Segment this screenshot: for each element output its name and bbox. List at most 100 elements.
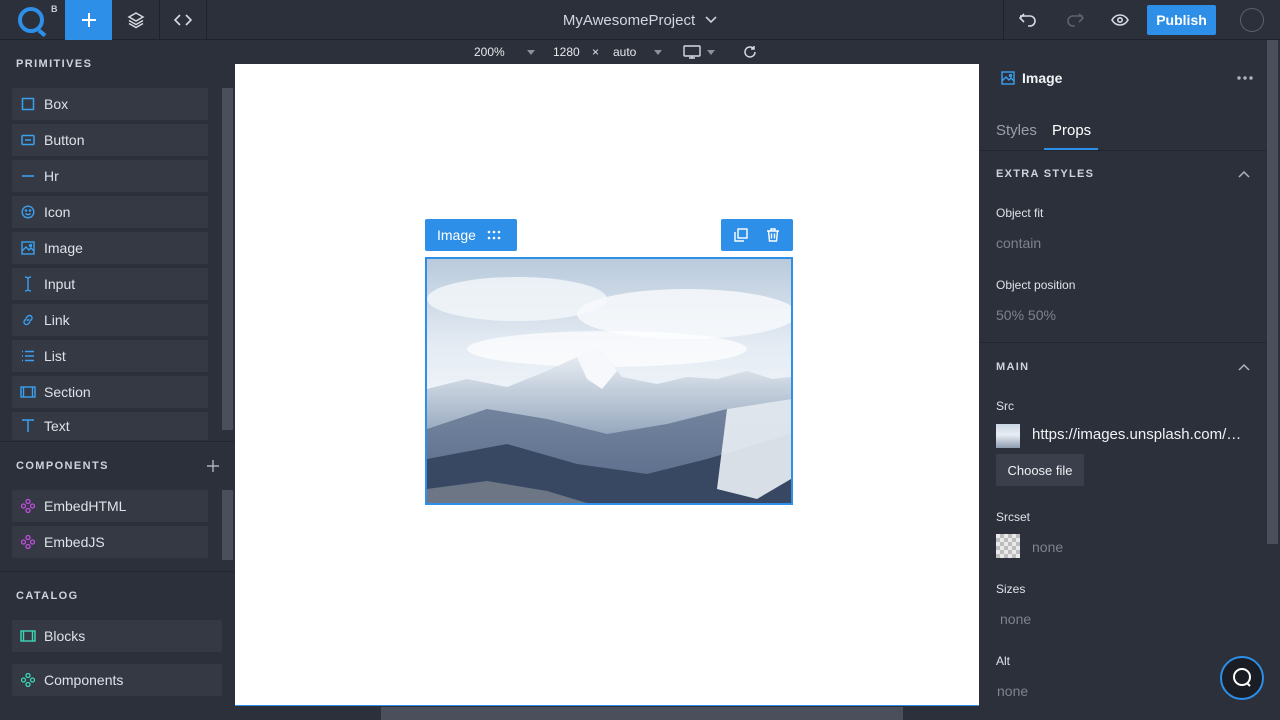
alt-field[interactable]: none xyxy=(997,683,1028,699)
divider xyxy=(980,150,1266,151)
refresh-button[interactable] xyxy=(743,40,757,64)
primitive-list[interactable]: List xyxy=(12,340,208,372)
primitive-section[interactable]: Section xyxy=(12,376,208,408)
object-position-field[interactable]: 50% 50% xyxy=(996,307,1056,323)
primitive-label: Button xyxy=(44,132,85,148)
text-icon xyxy=(22,419,34,432)
width-input[interactable]: 1280 xyxy=(553,40,580,64)
avatar[interactable] xyxy=(1240,8,1264,32)
smiley-icon xyxy=(21,205,35,219)
blocks-icon xyxy=(20,630,36,642)
primitive-image[interactable]: Image xyxy=(12,232,208,264)
width-value: 1280 xyxy=(553,45,580,59)
selection-actions xyxy=(721,219,793,251)
tab-props[interactable]: Props xyxy=(1052,122,1091,139)
selected-image[interactable] xyxy=(425,257,793,505)
chevron-down-icon xyxy=(526,49,535,55)
component-icon xyxy=(21,499,35,513)
primitives-heading: PRIMITIVES xyxy=(16,58,93,70)
zoom-select[interactable]: 200% xyxy=(474,40,535,64)
primitive-input[interactable]: Input xyxy=(12,268,208,300)
srcset-label: Srcset xyxy=(996,510,1031,524)
sizes-field[interactable]: none xyxy=(1000,611,1031,627)
primitive-box[interactable]: Box xyxy=(12,88,208,120)
device-select[interactable] xyxy=(683,40,715,64)
object-fit-label: Object fit xyxy=(996,206,1044,220)
app-logo[interactable]: B xyxy=(0,0,65,40)
undo-button[interactable] xyxy=(1004,0,1051,40)
tab-styles[interactable]: Styles xyxy=(996,122,1037,139)
image-icon xyxy=(1001,71,1015,85)
monitor-icon xyxy=(683,45,701,59)
drag-handle-icon[interactable] xyxy=(487,230,501,240)
primitive-label: Link xyxy=(44,312,70,328)
component-label: EmbedHTML xyxy=(44,498,127,514)
src-field[interactable]: https://images.unsplash.com/… xyxy=(1032,426,1250,443)
choose-file-button[interactable]: Choose file xyxy=(996,454,1084,486)
trash-icon xyxy=(767,228,779,242)
code-button[interactable] xyxy=(160,0,207,40)
primitive-text[interactable]: Text xyxy=(12,412,208,440)
redo-icon xyxy=(1066,13,1084,27)
divider xyxy=(0,441,235,442)
chevron-up-icon[interactable] xyxy=(1238,363,1250,371)
primitive-label: Hr xyxy=(44,168,59,184)
object-fit-field[interactable]: contain xyxy=(996,235,1041,251)
more-icon[interactable] xyxy=(1237,76,1253,80)
primitive-label: Icon xyxy=(44,204,71,220)
refresh-icon xyxy=(744,46,756,58)
publish-button[interactable]: Publish xyxy=(1147,5,1216,35)
canvas-toolbar: 200% 1280 × auto xyxy=(235,40,979,64)
duplicate-icon xyxy=(734,228,748,242)
primitive-label: Input xyxy=(44,276,76,292)
plus-icon[interactable] xyxy=(207,460,219,472)
box-icon xyxy=(21,97,35,111)
project-selector[interactable]: MyAwesomeProject xyxy=(520,0,760,40)
catalog-blocks[interactable]: Blocks xyxy=(12,620,222,652)
add-button[interactable] xyxy=(65,0,112,40)
delete-button[interactable] xyxy=(755,219,791,251)
component-embedhtml[interactable]: EmbedHTML xyxy=(12,490,208,522)
logo-superscript: B xyxy=(51,4,58,14)
selection-label[interactable]: Image xyxy=(425,219,517,251)
chat-button[interactable] xyxy=(1220,656,1264,700)
eye-icon xyxy=(1110,14,1129,26)
top-bar: B MyAwesomeProject Publish xyxy=(0,0,1280,40)
height-select[interactable]: auto xyxy=(613,40,663,64)
undo-icon xyxy=(1018,13,1036,27)
components-scrollbar[interactable] xyxy=(222,490,233,560)
chevron-up-icon[interactable] xyxy=(1238,170,1250,178)
duplicate-button[interactable] xyxy=(723,219,759,251)
src-label: Src xyxy=(996,399,1014,413)
object-position-label: Object position xyxy=(996,278,1076,292)
panel-scrollbar[interactable] xyxy=(1267,40,1278,544)
link-icon xyxy=(23,314,33,326)
primitive-label: Section xyxy=(44,384,91,400)
section-icon xyxy=(20,386,36,398)
component-embedjs[interactable]: EmbedJS xyxy=(12,526,208,558)
catalog-heading: CATALOG xyxy=(16,590,79,602)
hr-icon xyxy=(22,175,34,177)
text-cursor-icon xyxy=(24,276,32,292)
layers-button[interactable] xyxy=(113,0,160,40)
primitive-label: Box xyxy=(44,96,69,112)
divider xyxy=(0,571,235,572)
chevron-down-icon xyxy=(707,49,715,55)
catalog-components[interactable]: Components xyxy=(12,664,222,696)
chevron-down-icon xyxy=(705,16,717,24)
catalog-label: Blocks xyxy=(44,628,86,644)
primitive-button[interactable]: Button xyxy=(12,124,208,156)
canvas-horizontal-scrollbar[interactable] xyxy=(381,707,903,720)
primitive-hr[interactable]: Hr xyxy=(12,160,208,192)
height-value: auto xyxy=(613,45,637,59)
component-icon xyxy=(21,535,35,549)
preview-button[interactable] xyxy=(1096,0,1143,40)
primitive-link[interactable]: Link xyxy=(12,304,208,336)
project-title: MyAwesomeProject xyxy=(562,11,696,29)
chevron-down-icon xyxy=(654,49,663,55)
primitives-scrollbar[interactable] xyxy=(222,88,233,430)
srcset-field[interactable]: none xyxy=(1032,539,1063,555)
primitive-icon[interactable]: Icon xyxy=(12,196,208,228)
srcset-thumbnail xyxy=(996,534,1020,558)
redo-button[interactable] xyxy=(1051,0,1098,40)
